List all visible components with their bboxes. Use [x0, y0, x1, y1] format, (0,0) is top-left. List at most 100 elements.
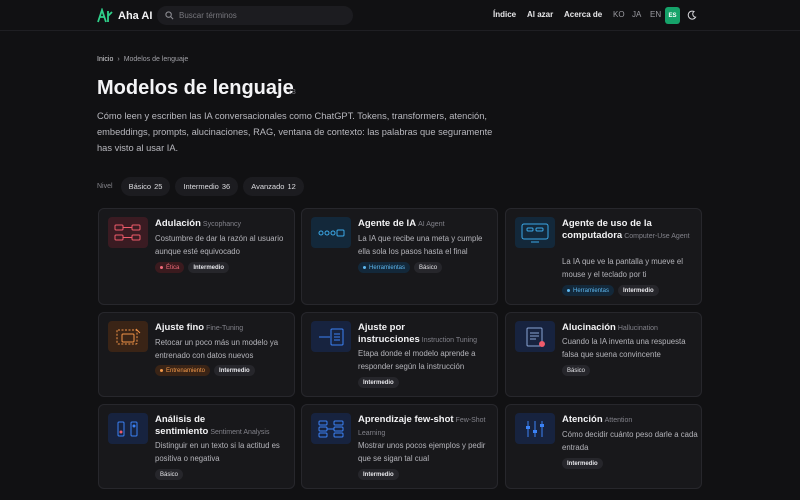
tag-category: Entrenamiento	[155, 365, 211, 376]
logo-text: Aha AI	[118, 10, 153, 22]
card-tags: Intermedio	[358, 469, 399, 480]
card-thumbnail	[515, 321, 555, 352]
tag-level: Intermedio	[188, 262, 230, 273]
card-tags: Intermedio	[562, 458, 603, 469]
card-title-text: Ajuste por instrucciones	[358, 322, 420, 345]
tag-category: Herramientas	[562, 285, 615, 296]
breadcrumb-home[interactable]: Inicio	[97, 56, 113, 63]
card-title: Alucinación Hallucination	[562, 322, 697, 335]
lang-ja[interactable]: JA	[632, 10, 641, 19]
tag-dot	[363, 266, 366, 269]
lang-en[interactable]: EN	[650, 10, 661, 19]
card-tags: Entrenamiento Intermedio	[155, 365, 255, 376]
card-title-text: Atención	[562, 414, 603, 425]
card-tags: Básico	[155, 469, 184, 480]
term-card-fine-tuning[interactable]: Ajuste fino Fine-Tuning Retocar un poco m…	[98, 312, 295, 397]
tag-category: Ética	[155, 262, 185, 273]
card-thumbnail	[108, 217, 148, 248]
tag-dot	[160, 266, 163, 269]
document-warning-icon	[526, 327, 545, 347]
tag-category: Herramientas	[358, 262, 411, 273]
attention-icon	[526, 420, 544, 437]
term-card-instruction-tuning[interactable]: Ajuste por instrucciones Instruction Tuni…	[301, 312, 498, 397]
logo[interactable]: Aha AI	[97, 8, 152, 24]
search-input[interactable]	[179, 11, 349, 20]
term-card-sycophancy[interactable]: Adulación Sycophancy Costumbre de dar la …	[98, 208, 295, 305]
lang-es-active[interactable]: ES	[665, 7, 680, 24]
level-filter: Nivel Básico 25 Intermedio 36 Avanzado 1…	[97, 177, 304, 196]
flow-diagram-icon	[114, 224, 141, 240]
nav-index[interactable]: Índice	[493, 10, 516, 19]
card-title: Agente de uso de la computadora Computer-…	[562, 218, 697, 243]
level-chip-advanced[interactable]: Avanzado 12	[243, 177, 304, 196]
tag-level: Intermedio	[618, 285, 659, 296]
card-title: Ajuste por instrucciones Instruction Tuni…	[358, 322, 493, 347]
card-title-en: Instruction Tuning	[421, 337, 478, 344]
card-title-en: Fine-Tuning	[206, 325, 244, 332]
top-header: Aha AI Índice Al azar Acerca de KO JA EN…	[0, 0, 800, 31]
card-title-text: Alucinación	[562, 322, 616, 333]
term-card-computer-use-agent[interactable]: Agente de uso de la computadora Computer-…	[505, 208, 702, 305]
level-label: Nivel	[97, 183, 113, 190]
breadcrumb-current: Modelos de lenguaje	[123, 56, 189, 63]
tag-level: Intermedio	[214, 365, 255, 376]
level-chip-name: Básico	[128, 182, 152, 191]
card-description: Costumbre de dar la razón al usuario aun…	[155, 234, 284, 256]
card-thumbnail	[108, 321, 148, 352]
card-description: La IA que ve la pantalla y mueve el mous…	[562, 257, 683, 279]
nav-random[interactable]: Al azar	[527, 10, 553, 19]
moon-icon[interactable]	[687, 10, 697, 20]
tag-level: Básico	[414, 262, 443, 273]
term-card-few-shot[interactable]: Aprendizaje few-shot Few-Shot Learning Mo…	[301, 404, 498, 489]
card-thumbnail	[311, 413, 351, 444]
tag-dot	[160, 369, 163, 372]
card-title: Atención Attention	[562, 414, 697, 427]
level-chip-name: Avanzado	[251, 182, 285, 191]
card-tags: Básico	[562, 365, 591, 376]
search-box[interactable]	[157, 6, 353, 25]
term-card-sentiment-analysis[interactable]: Análisis de sentimiento Sentiment Analysi…	[98, 404, 295, 489]
breadcrumb-separator: ›	[117, 56, 120, 63]
term-card-ai-agent[interactable]: Agente de IA AI Agent La IA que recibe un…	[301, 208, 498, 305]
card-title-text: Agente de IA	[358, 218, 417, 229]
card-description: Etapa donde el modelo aprende a responde…	[358, 349, 476, 371]
card-title: Adulación Sycophancy	[155, 218, 290, 231]
card-title-en: Hallucination	[617, 325, 658, 332]
breadcrumb: Inicio › Modelos de lenguaje	[97, 56, 188, 63]
card-description: Cuando la IA inventa una respuesta falsa…	[562, 337, 686, 359]
card-title: Análisis de sentimiento Sentiment Analysi…	[155, 414, 290, 439]
tag-label: Herramientas	[573, 287, 610, 294]
card-description: Distinguir en un texto si la actitud es …	[155, 441, 280, 463]
search-icon	[165, 11, 174, 20]
card-tags: Ética Intermedio	[155, 262, 230, 273]
card-title-text: Adulación	[155, 218, 201, 229]
card-thumbnail	[108, 413, 148, 444]
screen-icon	[521, 223, 549, 242]
logo-icon	[97, 8, 113, 23]
card-thumbnail	[311, 321, 351, 352]
tuning-icon	[116, 328, 141, 344]
tag-level: Intermedio	[358, 469, 399, 480]
term-card-hallucination[interactable]: Alucinación Hallucination Cuando la IA in…	[505, 312, 702, 397]
card-description: Retocar un poco más un modelo ya entrena…	[155, 338, 279, 360]
tag-dot	[567, 289, 570, 292]
card-tags: Herramientas Intermedio	[562, 285, 659, 296]
card-title-text: Aprendizaje few-shot	[358, 414, 454, 425]
card-tags: Herramientas Básico	[358, 262, 443, 273]
card-title-text: Ajuste fino	[155, 322, 205, 333]
level-chip-count: 36	[221, 182, 231, 191]
level-chip-intermediate[interactable]: Intermedio 36	[175, 177, 239, 196]
card-title: Agente de IA AI Agent	[358, 218, 493, 231]
term-card-attention[interactable]: Atención Attention Cómo decidir cuánto pe…	[505, 404, 702, 489]
lang-ko[interactable]: KO	[613, 10, 625, 19]
level-chip-basic[interactable]: Básico 25	[120, 177, 171, 196]
card-title-en: Attention	[604, 417, 633, 424]
card-thumbnail	[515, 413, 555, 444]
tag-level: Intermedio	[358, 377, 399, 388]
tag-label: Entrenamiento	[166, 367, 206, 374]
examples-icon	[318, 420, 344, 437]
card-title-en: Sycophancy	[202, 221, 242, 228]
agent-loop-icon	[318, 229, 345, 236]
level-chip-count: 25	[154, 182, 163, 191]
nav-about[interactable]: Acerca de	[564, 10, 602, 19]
